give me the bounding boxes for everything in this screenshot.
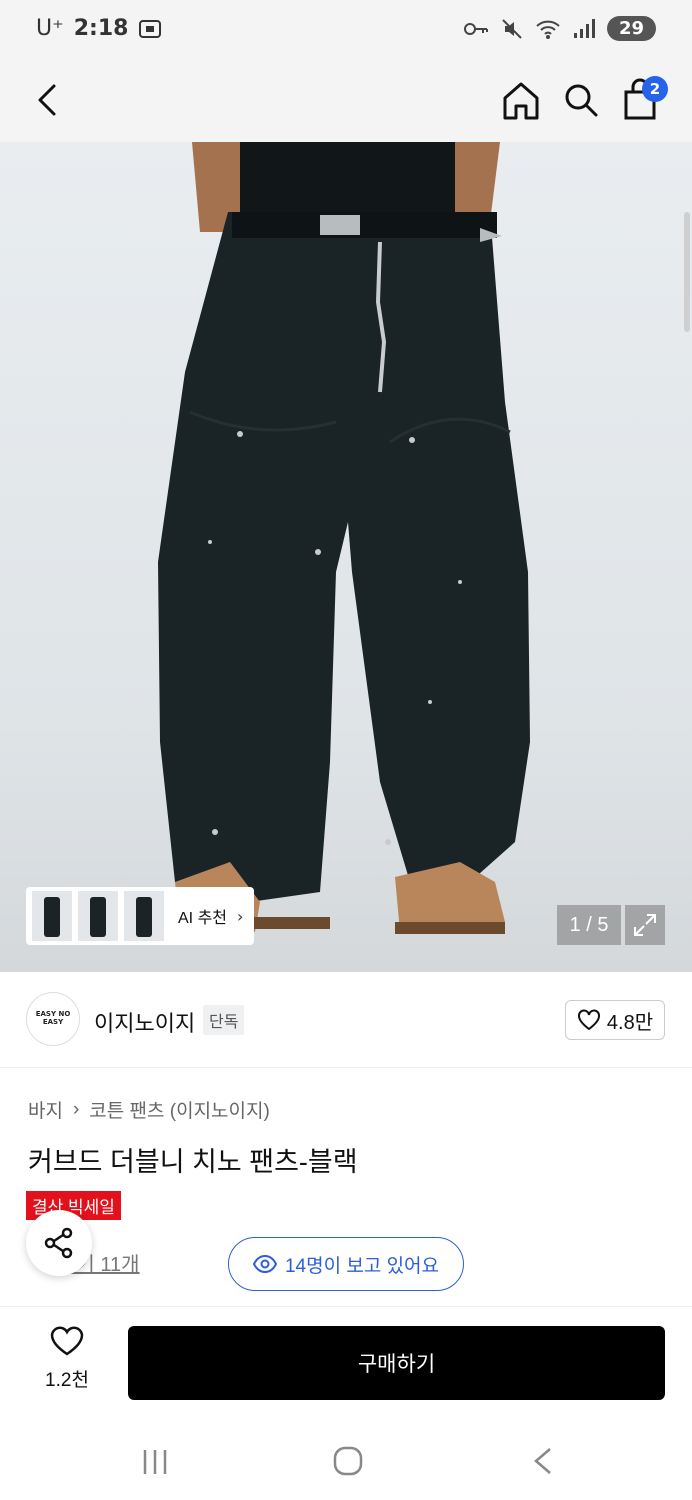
home-button[interactable]	[500, 78, 542, 122]
brand-like-count: 4.8만	[606, 1011, 654, 1034]
exclusive-tag: 단독	[203, 1005, 245, 1035]
wishlist-count: 1.2천	[45, 1370, 89, 1391]
expand-icon	[634, 914, 656, 936]
recent-apps-icon	[143, 1450, 167, 1474]
recommend-thumbnail[interactable]	[124, 891, 164, 941]
wishlist-button[interactable]: 1.2천	[28, 1325, 106, 1403]
cart-button[interactable]: 2	[620, 76, 668, 122]
chevron-right-icon: ›	[237, 906, 244, 926]
breadcrumb-item[interactable]: 코튼 팬츠 (이지노이지)	[89, 1096, 270, 1123]
eye-icon	[252, 1255, 277, 1273]
recommend-thumbnail[interactable]	[78, 891, 118, 941]
brand-name[interactable]: 이지노이지	[94, 1006, 195, 1038]
home-circle-icon	[333, 1446, 363, 1476]
chevron-left-icon	[38, 84, 56, 116]
system-nav-bar	[0, 1412, 692, 1500]
scrollbar[interactable]	[684, 212, 690, 332]
bottom-action-bar: 1.2천 구매하기	[0, 1306, 692, 1412]
wifi-icon	[536, 20, 560, 39]
status-bar: U⁺ 2:18 29	[0, 0, 692, 64]
system-home-button[interactable]	[333, 1446, 363, 1480]
fullscreen-button[interactable]	[625, 905, 665, 945]
search-button[interactable]	[560, 78, 602, 122]
status-time: 2:18	[73, 16, 129, 41]
back-arrow-icon	[534, 1448, 551, 1474]
signal-icon	[573, 18, 595, 38]
top-nav: 2	[0, 64, 692, 142]
product-image[interactable]	[0, 142, 692, 972]
heart-icon	[50, 1326, 84, 1356]
image-page-counter: 1 / 5	[557, 905, 621, 945]
system-back-button[interactable]	[530, 1446, 556, 1480]
chevron-right-icon: ›	[72, 1098, 80, 1120]
carrier-label: U⁺	[36, 16, 64, 41]
search-icon	[565, 84, 598, 117]
viewers-text: 14명이 보고 있어요	[284, 1255, 440, 1277]
brand-row: EASY NO EASY 이지노이지 단독 4.8만	[0, 972, 692, 1068]
share-icon	[44, 1227, 73, 1259]
battery-indicator: 29	[606, 16, 656, 41]
key-icon	[463, 22, 488, 35]
viewers-indicator: 14명이 보고 있어요	[228, 1237, 464, 1291]
brand-logo[interactable]: EASY NO EASY	[26, 992, 80, 1046]
product-title: 커브드 더블니 치노 팬츠-블랙	[28, 1147, 358, 1177]
recent-apps-button[interactable]	[140, 1448, 170, 1480]
heart-icon	[577, 1009, 600, 1031]
ai-recommend-card[interactable]: AI 추천 ›	[26, 887, 254, 945]
brand-like-button[interactable]: 4.8만	[565, 1000, 665, 1040]
home-icon	[503, 82, 539, 120]
breadcrumb-item[interactable]: 바지	[28, 1096, 63, 1123]
back-button[interactable]	[28, 78, 68, 122]
product-photo	[158, 142, 530, 934]
brand-logo-text: EASY NO EASY	[35, 1010, 71, 1026]
cart-count-badge: 2	[642, 76, 668, 102]
ai-recommend-label: AI 추천	[178, 910, 228, 927]
share-button[interactable]	[26, 1210, 92, 1276]
buy-button[interactable]: 구매하기	[128, 1326, 665, 1400]
recommend-thumbnail[interactable]	[32, 891, 72, 941]
screenshot-icon	[139, 19, 162, 38]
mute-icon	[502, 18, 522, 39]
breadcrumb: 바지 › 코튼 팬츠 (이지노이지)	[28, 1096, 270, 1123]
